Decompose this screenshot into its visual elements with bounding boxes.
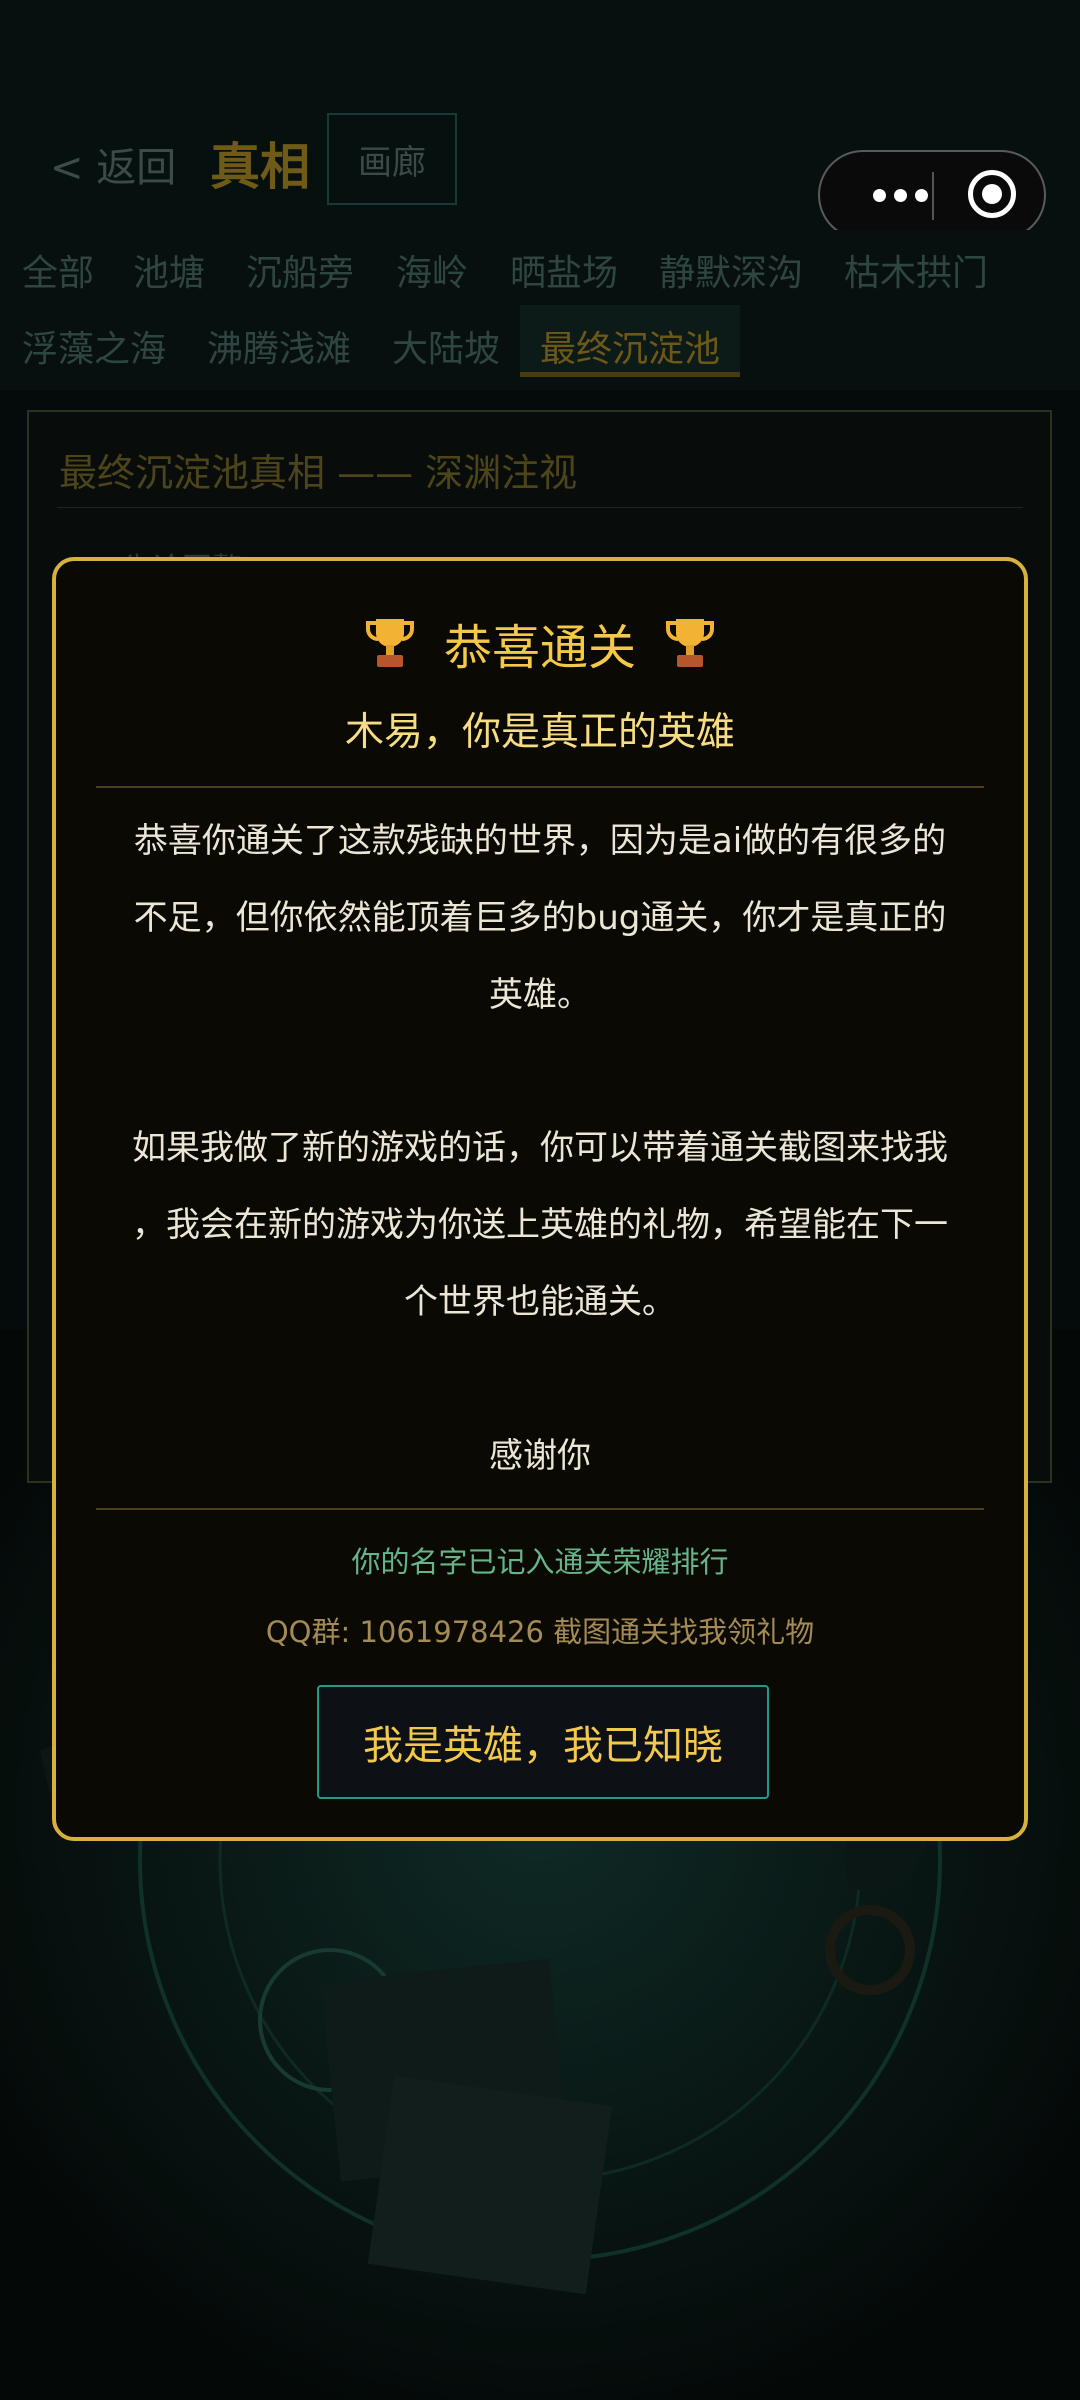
- thanks-text: 感谢你: [489, 1436, 591, 1476]
- trophy-icon: [666, 619, 714, 667]
- honor-notice: 你的名字已记入通关荣耀排行: [351, 1545, 729, 1579]
- tab-salt-field[interactable]: 晒盐场: [510, 244, 618, 296]
- message-line: 不足，但你依然能顶着巨多的bug通关，你才是真正的: [133, 898, 947, 938]
- message-line: ，我会在新的游戏为你送上英雄的礼物，希望能在下一: [132, 1205, 948, 1245]
- message-paragraph-1: 恭喜你通关了这款残缺的世界，因为是ai做的有很多的 不足，但你依然能顶着巨多的b…: [96, 803, 984, 1034]
- divider: [96, 1508, 984, 1510]
- tab-shipwreck[interactable]: 沉船旁: [246, 244, 354, 296]
- congratulations-modal: 恭喜通关 木易，你是真正的英雄 恭喜你通关了这款残缺的世界，因为是ai做的有很多…: [52, 557, 1028, 1841]
- message-line: 恭喜你通关了这款残缺的世界，因为是ai做的有很多的: [133, 821, 947, 861]
- tab-continental-slope[interactable]: 大陆坡: [392, 320, 500, 372]
- tab-pond[interactable]: 池塘: [133, 244, 205, 296]
- confirm-hero-button[interactable]: 我是英雄，我已知晓: [317, 1685, 769, 1799]
- divider: [96, 786, 984, 788]
- tab-algae-sea[interactable]: 浮藻之海: [22, 320, 166, 372]
- back-button[interactable]: < 返回: [50, 135, 176, 193]
- trophy-icon: [365, 619, 414, 667]
- tab-sea-ridge[interactable]: 海岭: [396, 244, 468, 296]
- more-dots-icon[interactable]: [850, 152, 950, 238]
- message-line: 英雄。: [489, 975, 591, 1015]
- tab-all[interactable]: 全部: [22, 244, 94, 296]
- gallery-button[interactable]: 画廊: [327, 113, 457, 205]
- qq-group-info: QQ群: 1061978426 截图通关找我领礼物: [265, 1615, 815, 1649]
- tab-final-pool[interactable]: 最终沉淀池: [540, 320, 720, 372]
- message-paragraph-2: 如果我做了新的游戏的话，你可以带着通关截图来找我 ，我会在新的游戏为你送上英雄的…: [96, 1110, 984, 1341]
- tab-active-underline: [520, 372, 740, 377]
- modal-title: 恭喜通关: [443, 620, 636, 676]
- capsule-divider: [932, 172, 934, 220]
- target-close-icon[interactable]: [968, 170, 1016, 218]
- tab-deadwood-arch[interactable]: 枯木拱门: [844, 244, 988, 296]
- top-bar: < 返回 真相 画廊: [0, 0, 1080, 240]
- truth-heading: 最终沉淀池真相 —— 深渊注视: [59, 451, 578, 495]
- mini-program-capsule: [818, 150, 1046, 240]
- modal-title-row: 恭喜通关: [56, 603, 1024, 683]
- message-line: 如果我做了新的游戏的话，你可以带着通关截图来找我: [132, 1128, 948, 1168]
- message-line: 个世界也能通关。: [404, 1282, 676, 1322]
- page-title: 真相: [210, 138, 310, 196]
- tab-boiling-shoal[interactable]: 沸腾浅滩: [207, 320, 351, 372]
- tab-silent-trench[interactable]: 静默深沟: [659, 244, 803, 296]
- modal-subtitle: 木易，你是真正的英雄: [344, 710, 735, 755]
